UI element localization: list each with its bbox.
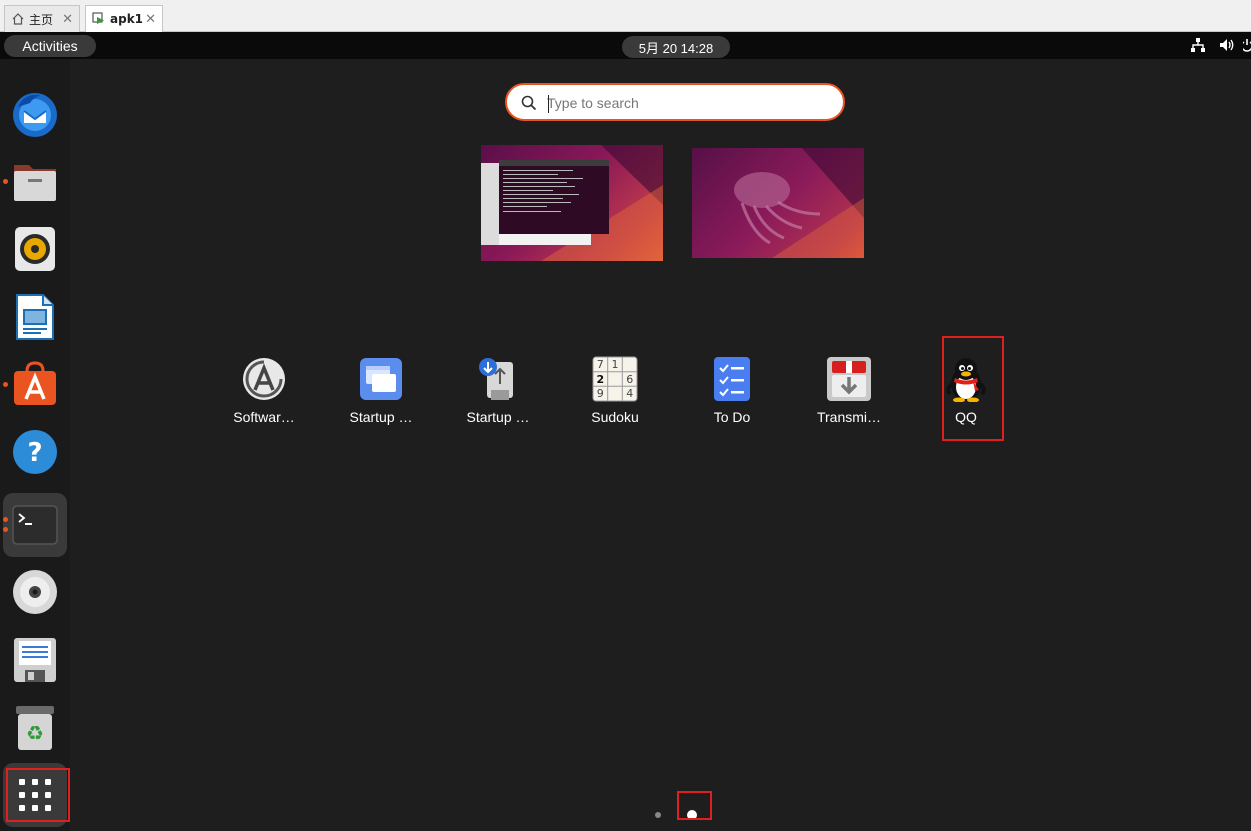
app-startup-applications[interactable]: Startup … (333, 356, 429, 436)
startup-disk-creator-icon (475, 356, 521, 402)
app-transmission[interactable]: Transmi… (801, 356, 897, 436)
search-field[interactable] (505, 83, 845, 121)
sudoku-cell: 7 (597, 358, 604, 371)
running-indicator (3, 179, 8, 184)
dock-files[interactable] (3, 149, 67, 213)
help-icon: ? (13, 430, 57, 474)
power-icon[interactable] (1241, 37, 1251, 55)
host-tab-label: apk1 (110, 12, 144, 26)
activities-button[interactable]: Activities (4, 35, 96, 57)
show-applications-button[interactable] (3, 763, 67, 827)
network-icon[interactable] (1190, 37, 1206, 55)
app-grid-icon (19, 779, 51, 811)
page-indicator-1[interactable] (655, 812, 661, 818)
running-indicator (3, 382, 8, 387)
dock-libreoffice-writer[interactable] (3, 285, 67, 349)
qq-penguin-icon (943, 356, 989, 402)
transmission-icon (826, 356, 872, 402)
search-icon (521, 95, 537, 111)
sudoku-icon: 7 1 2 6 9 4 (592, 356, 638, 402)
page-indicator-2[interactable] (687, 810, 697, 820)
host-tab-strip: 主页 ✕ apk1 ✕ (0, 0, 1251, 32)
software-updater-icon (241, 356, 287, 402)
clock-button[interactable]: 5月 20 14:28 (622, 36, 730, 58)
app-label: Sudoku (591, 409, 639, 425)
app-label: To Do (713, 409, 751, 425)
close-icon[interactable]: ✕ (145, 12, 156, 27)
ubuntu-software-icon (14, 361, 56, 405)
host-tab-label: 主页 (29, 12, 54, 27)
top-bar: Activities 5月 20 14:28 (0, 32, 1251, 59)
dock-trash[interactable]: ♻ (3, 696, 67, 760)
app-label: Softwar… (233, 409, 295, 425)
app-sudoku[interactable]: 7 1 2 6 9 4 Sudoku (567, 356, 663, 436)
dock-dvd-drive[interactable] (3, 560, 67, 624)
app-startup-disk-creator[interactable]: Startup … (450, 356, 546, 436)
app-qq[interactable]: QQ (918, 356, 1014, 436)
trash-icon: ♻ (16, 706, 54, 750)
home-icon (11, 12, 25, 26)
sudoku-cell: 1 (612, 358, 619, 371)
workspace-preview (734, 148, 864, 258)
libreoffice-writer-icon (16, 294, 54, 340)
running-indicator (3, 517, 8, 522)
search-input[interactable] (547, 91, 827, 115)
thunderbird-icon (13, 93, 57, 137)
dock-help[interactable]: ? (3, 420, 67, 484)
app-software-updater[interactable]: Softwar… (216, 356, 312, 436)
startup-applications-icon (358, 356, 404, 402)
dock: ? ♻ (0, 59, 70, 831)
app-label: QQ (955, 409, 977, 425)
floppy-icon (14, 638, 56, 682)
dvd-icon (13, 570, 57, 614)
vm-icon (92, 12, 106, 26)
host-tab-home[interactable]: 主页 ✕ (4, 5, 80, 32)
host-tab-apk1[interactable]: apk1 ✕ (85, 5, 163, 32)
files-icon (14, 165, 56, 201)
dock-ubuntu-software[interactable] (3, 352, 67, 416)
workspace-thumbnail-1[interactable] (481, 145, 663, 261)
app-label: Transmi… (816, 409, 882, 425)
sudoku-cell: 9 (597, 387, 604, 400)
svg-text:?: ? (27, 438, 42, 468)
dock-terminal[interactable] (3, 493, 67, 557)
app-label: Startup … (349, 409, 413, 425)
dock-thunderbird[interactable] (3, 82, 67, 146)
dock-floppy-drive[interactable] (3, 628, 67, 692)
rhythmbox-icon (15, 227, 55, 271)
close-icon[interactable]: ✕ (62, 12, 73, 27)
sudoku-cell: 6 (626, 373, 633, 386)
app-label: Startup … (466, 409, 530, 425)
sudoku-cell: 2 (596, 373, 604, 386)
svg-text:♻: ♻ (26, 721, 44, 745)
text-caret (548, 95, 549, 113)
running-indicator (3, 527, 8, 532)
volume-icon[interactable] (1218, 37, 1236, 55)
app-to-do[interactable]: To Do (684, 356, 780, 436)
todo-icon (709, 356, 755, 402)
workspace-thumbnail-2[interactable] (692, 148, 864, 258)
dock-rhythmbox[interactable] (3, 217, 67, 281)
sudoku-cell: 4 (626, 387, 633, 400)
terminal-icon (12, 505, 58, 545)
workspace-preview (481, 145, 663, 261)
